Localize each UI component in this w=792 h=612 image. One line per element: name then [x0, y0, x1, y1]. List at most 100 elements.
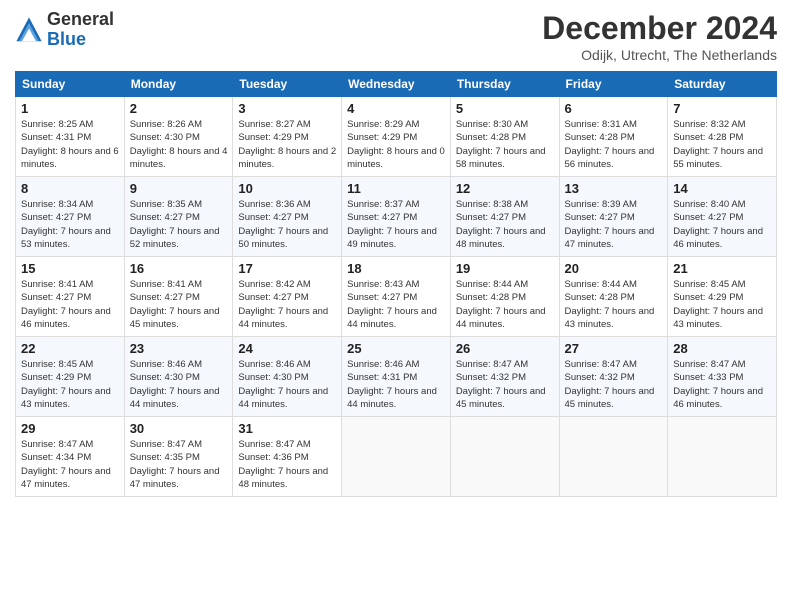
sunrise-label: Sunrise: 8:38 AM [456, 199, 528, 210]
sunset-label: Sunset: 4:33 PM [673, 372, 743, 383]
sunset-label: Sunset: 4:32 PM [565, 372, 635, 383]
daylight-label: Daylight: 7 hours and 50 minutes. [238, 226, 328, 250]
sunset-label: Sunset: 4:31 PM [21, 132, 91, 143]
day-number: 5 [456, 101, 554, 116]
daylight-label: Daylight: 7 hours and 48 minutes. [238, 466, 328, 490]
day-info: Sunrise: 8:31 AM Sunset: 4:28 PM Dayligh… [565, 118, 663, 171]
day-info: Sunrise: 8:46 AM Sunset: 4:30 PM Dayligh… [130, 358, 228, 411]
sunset-label: Sunset: 4:27 PM [238, 292, 308, 303]
daylight-label: Daylight: 7 hours and 46 minutes. [673, 386, 763, 410]
sunrise-label: Sunrise: 8:47 AM [130, 439, 202, 450]
day-info: Sunrise: 8:34 AM Sunset: 4:27 PM Dayligh… [21, 198, 119, 251]
day-number: 2 [130, 101, 228, 116]
day-number: 29 [21, 421, 119, 436]
title-block: December 2024 Odijk, Utrecht, The Nether… [542, 10, 777, 63]
daylight-label: Daylight: 8 hours and 2 minutes. [238, 146, 336, 170]
daylight-label: Daylight: 7 hours and 44 minutes. [347, 306, 437, 330]
calendar-week-row: 22 Sunrise: 8:45 AM Sunset: 4:29 PM Dayl… [16, 337, 777, 417]
daylight-label: Daylight: 7 hours and 45 minutes. [456, 386, 546, 410]
calendar-cell: 27 Sunrise: 8:47 AM Sunset: 4:32 PM Dayl… [559, 337, 668, 417]
col-friday: Friday [559, 72, 668, 97]
sunrise-label: Sunrise: 8:31 AM [565, 119, 637, 130]
calendar-cell [668, 417, 777, 497]
calendar-cell: 31 Sunrise: 8:47 AM Sunset: 4:36 PM Dayl… [233, 417, 342, 497]
day-info: Sunrise: 8:35 AM Sunset: 4:27 PM Dayligh… [130, 198, 228, 251]
day-info: Sunrise: 8:29 AM Sunset: 4:29 PM Dayligh… [347, 118, 445, 171]
day-number: 9 [130, 181, 228, 196]
daylight-label: Daylight: 7 hours and 43 minutes. [673, 306, 763, 330]
day-number: 21 [673, 261, 771, 276]
day-info: Sunrise: 8:36 AM Sunset: 4:27 PM Dayligh… [238, 198, 336, 251]
day-info: Sunrise: 8:37 AM Sunset: 4:27 PM Dayligh… [347, 198, 445, 251]
day-info: Sunrise: 8:39 AM Sunset: 4:27 PM Dayligh… [565, 198, 663, 251]
sunrise-label: Sunrise: 8:29 AM [347, 119, 419, 130]
day-number: 19 [456, 261, 554, 276]
calendar-cell: 18 Sunrise: 8:43 AM Sunset: 4:27 PM Dayl… [342, 257, 451, 337]
calendar-cell: 10 Sunrise: 8:36 AM Sunset: 4:27 PM Dayl… [233, 177, 342, 257]
calendar-cell: 17 Sunrise: 8:42 AM Sunset: 4:27 PM Dayl… [233, 257, 342, 337]
sunset-label: Sunset: 4:30 PM [238, 372, 308, 383]
day-number: 18 [347, 261, 445, 276]
calendar-cell: 7 Sunrise: 8:32 AM Sunset: 4:28 PM Dayli… [668, 97, 777, 177]
sunrise-label: Sunrise: 8:47 AM [673, 359, 745, 370]
day-info: Sunrise: 8:47 AM Sunset: 4:35 PM Dayligh… [130, 438, 228, 491]
daylight-label: Daylight: 7 hours and 56 minutes. [565, 146, 655, 170]
calendar-cell: 8 Sunrise: 8:34 AM Sunset: 4:27 PM Dayli… [16, 177, 125, 257]
page: General Blue December 2024 Odijk, Utrech… [0, 0, 792, 507]
sunset-label: Sunset: 4:29 PM [673, 292, 743, 303]
sunset-label: Sunset: 4:27 PM [673, 212, 743, 223]
sunset-label: Sunset: 4:27 PM [347, 292, 417, 303]
day-info: Sunrise: 8:45 AM Sunset: 4:29 PM Dayligh… [673, 278, 771, 331]
sunrise-label: Sunrise: 8:41 AM [21, 279, 93, 290]
daylight-label: Daylight: 7 hours and 46 minutes. [673, 226, 763, 250]
logo-blue-text: Blue [47, 30, 114, 50]
day-number: 25 [347, 341, 445, 356]
day-info: Sunrise: 8:46 AM Sunset: 4:31 PM Dayligh… [347, 358, 445, 411]
sunset-label: Sunset: 4:27 PM [456, 212, 526, 223]
col-monday: Monday [124, 72, 233, 97]
daylight-label: Daylight: 7 hours and 55 minutes. [673, 146, 763, 170]
day-info: Sunrise: 8:32 AM Sunset: 4:28 PM Dayligh… [673, 118, 771, 171]
calendar-week-row: 29 Sunrise: 8:47 AM Sunset: 4:34 PM Dayl… [16, 417, 777, 497]
day-info: Sunrise: 8:30 AM Sunset: 4:28 PM Dayligh… [456, 118, 554, 171]
day-number: 13 [565, 181, 663, 196]
day-info: Sunrise: 8:38 AM Sunset: 4:27 PM Dayligh… [456, 198, 554, 251]
logo-icon [15, 16, 43, 44]
sunset-label: Sunset: 4:29 PM [21, 372, 91, 383]
sunrise-label: Sunrise: 8:34 AM [21, 199, 93, 210]
sunset-label: Sunset: 4:28 PM [565, 292, 635, 303]
sunrise-label: Sunrise: 8:42 AM [238, 279, 310, 290]
calendar-cell: 4 Sunrise: 8:29 AM Sunset: 4:29 PM Dayli… [342, 97, 451, 177]
sunset-label: Sunset: 4:30 PM [130, 372, 200, 383]
calendar-cell: 12 Sunrise: 8:38 AM Sunset: 4:27 PM Dayl… [450, 177, 559, 257]
day-info: Sunrise: 8:47 AM Sunset: 4:33 PM Dayligh… [673, 358, 771, 411]
sunset-label: Sunset: 4:35 PM [130, 452, 200, 463]
calendar-cell [342, 417, 451, 497]
calendar-cell: 24 Sunrise: 8:46 AM Sunset: 4:30 PM Dayl… [233, 337, 342, 417]
calendar-cell: 21 Sunrise: 8:45 AM Sunset: 4:29 PM Dayl… [668, 257, 777, 337]
header: General Blue December 2024 Odijk, Utrech… [15, 10, 777, 63]
calendar-cell: 30 Sunrise: 8:47 AM Sunset: 4:35 PM Dayl… [124, 417, 233, 497]
calendar-week-row: 8 Sunrise: 8:34 AM Sunset: 4:27 PM Dayli… [16, 177, 777, 257]
col-saturday: Saturday [668, 72, 777, 97]
sunrise-label: Sunrise: 8:46 AM [130, 359, 202, 370]
day-info: Sunrise: 8:47 AM Sunset: 4:34 PM Dayligh… [21, 438, 119, 491]
day-number: 26 [456, 341, 554, 356]
month-title: December 2024 [542, 10, 777, 47]
calendar-cell: 9 Sunrise: 8:35 AM Sunset: 4:27 PM Dayli… [124, 177, 233, 257]
sunset-label: Sunset: 4:30 PM [130, 132, 200, 143]
sunrise-label: Sunrise: 8:47 AM [21, 439, 93, 450]
day-info: Sunrise: 8:41 AM Sunset: 4:27 PM Dayligh… [130, 278, 228, 331]
daylight-label: Daylight: 7 hours and 43 minutes. [21, 386, 111, 410]
sunrise-label: Sunrise: 8:47 AM [565, 359, 637, 370]
sunset-label: Sunset: 4:29 PM [347, 132, 417, 143]
sunrise-label: Sunrise: 8:25 AM [21, 119, 93, 130]
calendar-cell: 15 Sunrise: 8:41 AM Sunset: 4:27 PM Dayl… [16, 257, 125, 337]
day-number: 27 [565, 341, 663, 356]
calendar-table: Sunday Monday Tuesday Wednesday Thursday… [15, 71, 777, 497]
sunrise-label: Sunrise: 8:44 AM [456, 279, 528, 290]
day-number: 6 [565, 101, 663, 116]
day-number: 12 [456, 181, 554, 196]
logo-text: General Blue [47, 10, 114, 50]
sunrise-label: Sunrise: 8:35 AM [130, 199, 202, 210]
